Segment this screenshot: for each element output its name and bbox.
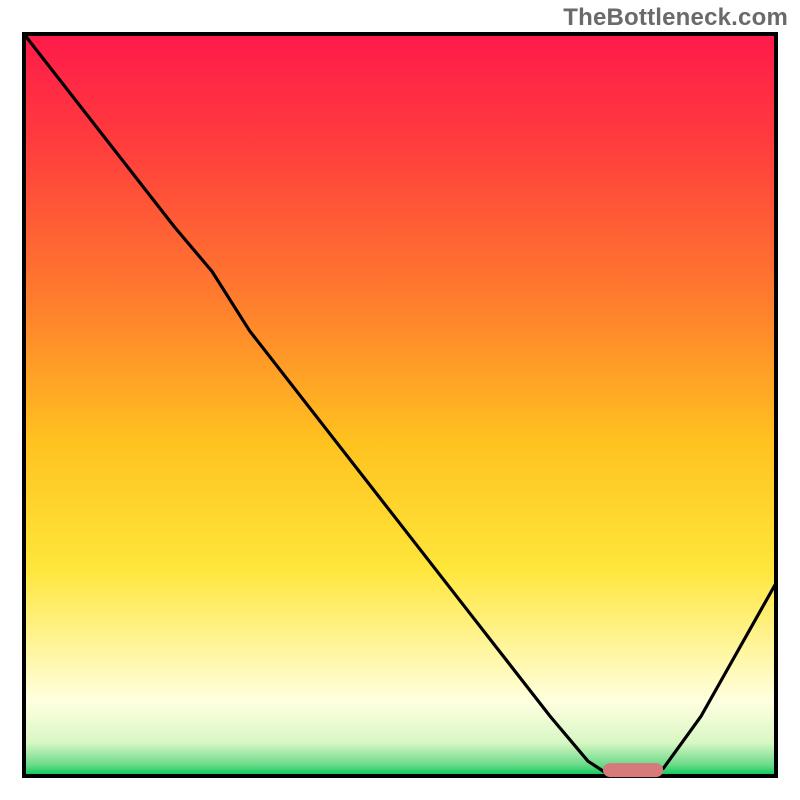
bottleneck-chart (0, 0, 800, 800)
plot-area (24, 34, 776, 777)
minimum-marker (603, 763, 663, 777)
gradient-background (24, 34, 776, 776)
watermark-text: TheBottleneck.com (563, 4, 788, 32)
chart-root: { "watermark": "TheBottleneck.com", "cha… (0, 0, 800, 800)
